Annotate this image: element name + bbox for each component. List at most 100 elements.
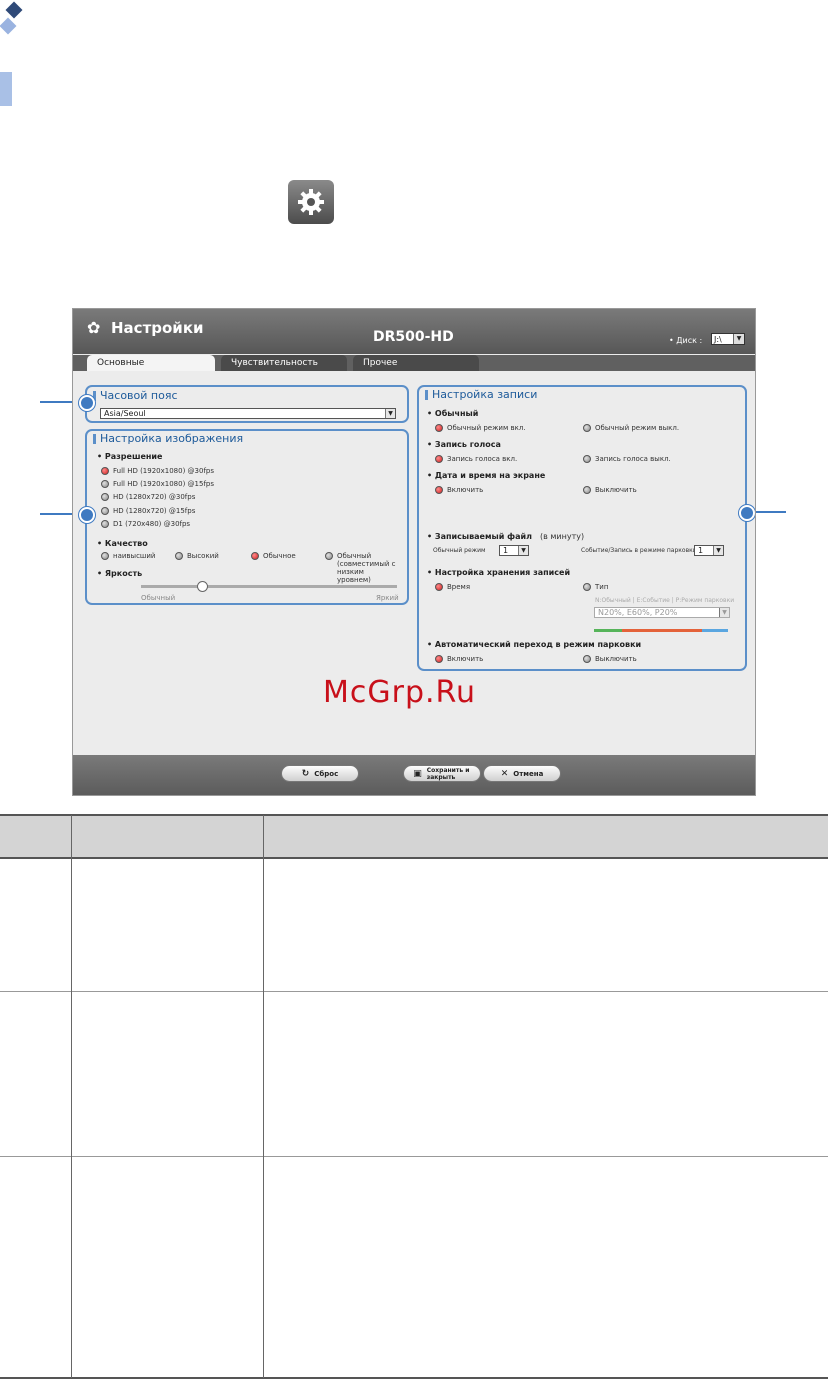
brightness-max-label: Яркий (376, 594, 399, 602)
voice-off-label: Запись голоса выкл. (595, 455, 671, 463)
normal-off-label: Обычный режим выкл. (595, 424, 680, 432)
callout-dot-timezone (79, 395, 95, 411)
resolution-option-4: D1 (720x480) @30fps (113, 520, 191, 528)
normal-mode-label: Обычный режим (433, 547, 486, 554)
settings-title-icon: ✿ (87, 318, 101, 337)
datetime-off-radio[interactable] (583, 486, 591, 494)
quality-option-3: Обычный (совместимый с низким уровнем) (337, 552, 396, 584)
normal-mode-select[interactable]: 1 ▼ (499, 545, 529, 556)
chevron-down-icon: ▼ (733, 334, 744, 344)
resolution-label: • Разрешение (97, 452, 163, 461)
datetime-off-label: Выключить (595, 486, 637, 494)
logo-diamond-dark (5, 1, 23, 19)
save-close-button[interactable]: ▣ Сохранить и закрыть (403, 765, 481, 782)
table-header-rule (0, 857, 828, 859)
auto-parking-off-label: Выключить (595, 655, 637, 663)
quality-radio-0[interactable] (101, 552, 109, 560)
cancel-button[interactable]: ✕ Отмена (483, 765, 561, 782)
section-marker (0, 72, 12, 106)
storage-time-label: Время (447, 583, 471, 591)
table-col-divider-2 (263, 815, 264, 1378)
file-unit: (в минуту) (540, 532, 585, 541)
datetime-on-radio[interactable] (435, 486, 443, 494)
resolution-option-0: Full HD (1920x1080) @30fps (113, 467, 214, 475)
chevron-down-icon: ▼ (713, 546, 723, 555)
resolution-option-3: HD (1280x720) @15fps (113, 507, 196, 515)
storage-type-select[interactable]: N20%, E60%, P20% ▼ (594, 607, 730, 618)
auto-parking-on-radio[interactable] (435, 655, 443, 663)
resolution-option-2: HD (1280x720) @30fps (113, 493, 196, 501)
quality-option-2: Обычное (263, 552, 296, 560)
auto-parking-off-radio[interactable] (583, 655, 591, 663)
close-icon: ✕ (500, 768, 509, 779)
resolution-radio-1[interactable] (101, 480, 109, 488)
normal-label: • Обычный (427, 409, 479, 418)
brightness-label: • Яркость (97, 569, 143, 578)
table-header (0, 815, 828, 857)
quality-radio-3[interactable] (325, 552, 333, 560)
image-settings-title: Настройка изображения (92, 432, 244, 445)
storage-ratio-bar-parking (702, 629, 728, 632)
quality-option-0: наивысший (113, 552, 156, 560)
event-parking-value: 1 (698, 546, 704, 555)
tab-general[interactable]: Основные (87, 355, 215, 371)
reset-icon: ↻ (301, 768, 310, 779)
cancel-button-label: Отмена (513, 769, 544, 778)
chevron-down-icon: ▼ (385, 409, 395, 418)
voice-on-label: Запись голоса вкл. (447, 455, 518, 463)
table-top-rule (0, 814, 828, 816)
timezone-select[interactable]: Asia/Seoul ▼ (100, 408, 396, 419)
reset-button-label: Сброс (314, 769, 339, 778)
save-close-button-label: Сохранить и закрыть (426, 766, 470, 781)
timezone-value: Asia/Seoul (104, 409, 146, 418)
storage-time-radio[interactable] (435, 583, 443, 591)
storage-ratio-bar-event (622, 629, 702, 632)
table-row-rule-2 (0, 1156, 828, 1157)
normal-on-radio[interactable] (435, 424, 443, 432)
bottom-bar: ↻ Сброс ▣ Сохранить и закрыть ✕ Отмена (73, 755, 755, 795)
storage-label: • Настройка хранения записей (427, 568, 571, 577)
resolution-radio-0[interactable] (101, 467, 109, 475)
normal-off-radio[interactable] (583, 424, 591, 432)
reset-button[interactable]: ↻ Сброс (281, 765, 359, 782)
resolution-radio-3[interactable] (101, 507, 109, 515)
normal-mode-value: 1 (503, 546, 509, 555)
quality-option-1: Высокий (187, 552, 219, 560)
disk-select[interactable]: J:\ ▼ (711, 333, 745, 345)
tab-sensitivity[interactable]: Чувствительность (221, 355, 347, 371)
brightness-slider[interactable] (141, 585, 397, 588)
settings-window: ✿ Настройки DR500-HD • Диск : J:\ ▼ Осно… (72, 308, 756, 796)
datetime-label: • Дата и время на экране (427, 471, 546, 480)
brightness-min-label: Обычный (141, 594, 176, 602)
chevron-down-icon: ▼ (719, 608, 729, 617)
quality-radio-1[interactable] (175, 552, 183, 560)
callout-dot-record (739, 505, 755, 521)
storage-type-radio[interactable] (583, 583, 591, 591)
watermark: McGrp.Ru (323, 675, 477, 710)
storage-ratio-bar-normal (594, 629, 622, 632)
datetime-on-label: Включить (447, 486, 484, 494)
chevron-down-icon: ▼ (518, 546, 528, 555)
gear-icon (298, 189, 324, 215)
storage-type-value: N20%, E60%, P20% (598, 608, 678, 617)
record-settings-title: Настройка записи (424, 388, 538, 401)
quality-label: • Качество (97, 539, 148, 548)
event-parking-select[interactable]: 1 ▼ (694, 545, 724, 556)
tab-other[interactable]: Прочее (353, 355, 479, 371)
voice-label: • Запись голоса (427, 440, 501, 449)
disk-label: • Диск : (669, 336, 703, 345)
voice-on-radio[interactable] (435, 455, 443, 463)
file-label: • Записываемый файл (427, 532, 532, 541)
callout-dot-image (79, 507, 95, 523)
quality-radio-2[interactable] (251, 552, 259, 560)
resolution-option-1: Full HD (1920x1080) @15fps (113, 480, 214, 488)
resolution-radio-4[interactable] (101, 520, 109, 528)
settings-gear-button[interactable] (288, 180, 334, 224)
table-row-rule-1 (0, 991, 828, 992)
timezone-title: Часовой пояс (93, 389, 178, 402)
voice-off-radio[interactable] (583, 455, 591, 463)
resolution-radio-2[interactable] (101, 493, 109, 501)
title-bar: ✿ Настройки DR500-HD • Диск : J:\ ▼ (73, 309, 755, 354)
device-model: DR500-HD (373, 329, 454, 345)
window-title: Настройки (111, 319, 204, 337)
